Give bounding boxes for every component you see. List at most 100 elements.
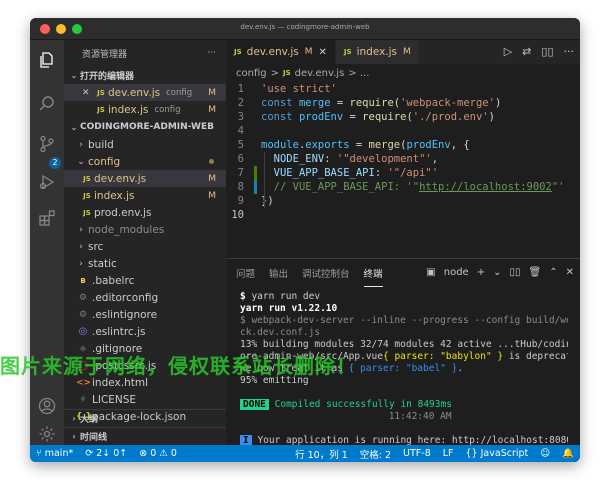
tab-output[interactable]: 输出	[269, 259, 288, 287]
search-icon[interactable]	[37, 94, 57, 114]
explorer-icon[interactable]	[37, 50, 57, 70]
tab-dev-env-js[interactable]: JS dev.env.js M ✕	[226, 40, 336, 64]
breadcrumb-separator: >	[270, 67, 279, 79]
code-token: })	[261, 195, 274, 207]
tab-problems[interactable]: 问题	[236, 259, 255, 287]
explorer-more-button[interactable]: ···	[207, 48, 216, 58]
language-mode[interactable]: {} JavaScript	[460, 448, 535, 459]
file-item[interactable]: ◎ .eslintrc.js	[64, 323, 226, 340]
file-name: index.js	[94, 189, 135, 202]
open-editors-section[interactable]: ⌄ 打开的编辑器	[64, 66, 226, 84]
code-token: "'	[551, 181, 565, 193]
activity-bar: 2	[30, 40, 64, 445]
bell-icon[interactable]: 🔔	[556, 448, 580, 459]
file-item[interactable]: JS dev.env.js M	[64, 170, 226, 187]
folder-name: node_modules	[88, 223, 165, 236]
open-editor-folder: config	[154, 104, 181, 115]
new-terminal-icon[interactable]: +	[477, 267, 485, 278]
split-terminal-icon[interactable]: ▯▯	[510, 267, 521, 278]
code-token: )	[494, 97, 502, 109]
line-number: 6	[237, 153, 244, 165]
cursor-position[interactable]: 行 10，列 1	[289, 447, 354, 461]
chevron-down-icon[interactable]: ⌄	[493, 267, 501, 278]
outline-title: 大纲	[80, 415, 99, 425]
indent-guide	[264, 152, 265, 208]
js-file-icon: JS	[343, 48, 352, 56]
run-debug-icon[interactable]	[37, 172, 57, 192]
feedback-icon[interactable]: ☺	[534, 448, 556, 459]
js-file-icon: JS	[234, 48, 242, 56]
end-of-line[interactable]: LF	[437, 448, 460, 459]
folder-node-modules[interactable]: › node_modules	[64, 221, 226, 238]
tab-terminal[interactable]: 终端	[363, 259, 383, 287]
terminal-text: { parser: "babel" }	[348, 363, 458, 374]
modified-badge: M	[304, 47, 313, 57]
tab-index-js[interactable]: JS index.js M	[335, 40, 420, 64]
open-editor-item[interactable]: JS index.js config M	[64, 101, 226, 118]
breadcrumb-file[interactable]: dev.env.js	[295, 68, 345, 79]
folder-name: static	[88, 257, 117, 270]
code-editor[interactable]: 1'use strict' 2 const merge = require('web…	[226, 82, 580, 222]
compare-changes-icon[interactable]: ⇄	[522, 45, 531, 58]
outline-section[interactable]: › 大纲	[64, 409, 226, 427]
folder-src[interactable]: › src	[64, 238, 226, 255]
gutter-change-marker[interactable]	[254, 166, 257, 180]
file-item[interactable]: JS prod.env.js	[64, 204, 226, 221]
tab-debug-console[interactable]: 调试控制台	[302, 259, 350, 287]
source-control-icon[interactable]	[37, 134, 57, 154]
file-item[interactable]: B .babelrc	[64, 272, 226, 289]
code-line: 7 VUE_APP_BASE_API: '"/api"'	[226, 166, 580, 180]
file-name: LICENSE	[92, 393, 137, 406]
close-icon[interactable]: ✕	[566, 267, 574, 278]
editor-group: JS dev.env.js M ✕ JS index.js M ▷ ⇄ ▯▯ ·…	[226, 40, 580, 258]
chevron-up-icon[interactable]: ⌃	[549, 267, 557, 278]
folder-name: config	[88, 155, 121, 168]
open-editor-name: index.js	[108, 103, 149, 116]
more-actions-icon[interactable]: ···	[564, 45, 575, 58]
terminal-text: 13% building modules 32/74 modules 42 ac…	[240, 339, 568, 350]
close-icon[interactable]: ✕	[82, 88, 94, 98]
manage-gear-icon[interactable]	[37, 424, 57, 444]
watermark-text: 图片来源于网络，侵权联系站长删除！	[0, 354, 357, 378]
explorer-title: 资源管理器	[82, 49, 128, 60]
folder-static[interactable]: › static	[64, 255, 226, 272]
file-name: .eslintrc.js	[92, 325, 146, 338]
code-line: 5 module. exports = merge(prodEnv, {	[226, 138, 580, 152]
gear-file-icon: ⚙	[78, 309, 88, 320]
run-icon[interactable]: ▷	[504, 45, 512, 58]
account-icon[interactable]	[37, 396, 57, 416]
breadcrumb-symbol[interactable]: > ...	[348, 68, 369, 79]
terminal-shell-select[interactable]: node	[444, 267, 469, 278]
gutter-change-marker	[254, 194, 257, 208]
close-icon[interactable]: ✕	[319, 47, 327, 58]
file-item[interactable]: ⚙ .editorconfig	[64, 289, 226, 306]
folder-build[interactable]: › build	[64, 136, 226, 153]
gutter-change-marker[interactable]	[254, 180, 257, 194]
extensions-icon[interactable]	[37, 208, 57, 228]
folder-config[interactable]: ⌄ config	[64, 153, 226, 170]
gutter-change-marker	[254, 208, 257, 222]
sync-status[interactable]: ⟳ 2↓ 0↑	[79, 448, 133, 459]
file-item[interactable]: JS index.js M	[64, 187, 226, 204]
line-number: 2	[237, 97, 244, 109]
timeline-section[interactable]: › 时间线	[64, 427, 226, 445]
sync-icon: ⟳	[85, 448, 97, 459]
open-editor-item[interactable]: ✕ JS dev.env.js config M	[64, 84, 226, 101]
project-section[interactable]: ⌄ CODINGMORE-ADMIN-WEB	[64, 118, 226, 136]
code-line: 1 'use strict'	[226, 82, 580, 96]
explorer-sidebar: 资源管理器 ··· ⌄ 打开的编辑器 ✕ JS dev.env.js confi…	[64, 40, 226, 445]
code-token: // VUE_APP_BASE_API: '"	[273, 181, 420, 193]
problems-status[interactable]: ⊗ 0 ⚠ 0	[133, 448, 183, 459]
folder-name: build	[88, 138, 114, 151]
file-item[interactable]: ♦ LICENSE	[64, 391, 226, 408]
file-item[interactable]: ⚙ .eslintignore	[64, 306, 226, 323]
split-editor-icon[interactable]: ▯▯	[541, 45, 553, 58]
code-token: http://localhost:9002	[419, 181, 552, 193]
indentation[interactable]: 空格: 2	[354, 447, 397, 461]
breadcrumb-folder[interactable]: config	[236, 68, 267, 79]
encoding[interactable]: UTF-8	[397, 448, 437, 459]
branch-indicator[interactable]: ⑂ main*	[30, 448, 79, 459]
trash-icon[interactable]: 🗑	[529, 267, 542, 278]
code-token: merge	[368, 139, 401, 151]
line-number: 3	[237, 111, 244, 123]
